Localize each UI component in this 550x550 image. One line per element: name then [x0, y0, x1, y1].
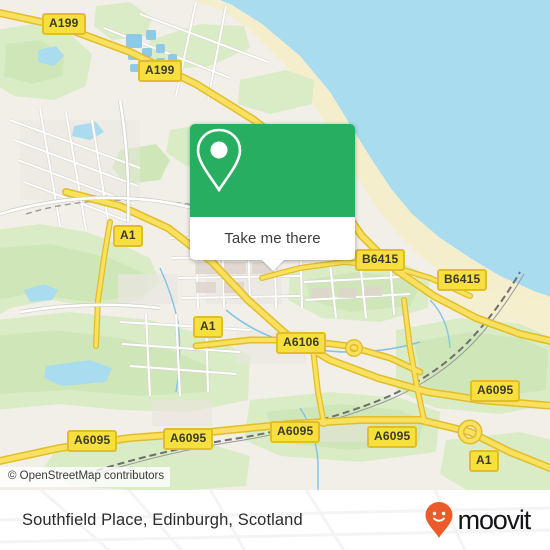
popup-footer[interactable]: Take me there [190, 217, 355, 271]
road-shield: B6415 [355, 249, 406, 271]
map-pin-icon [196, 128, 242, 193]
road-shield: A199 [42, 13, 86, 35]
road-shield: A6095 [367, 426, 418, 448]
road-shield: A6095 [67, 430, 118, 452]
location-address: Southfield Place, Edinburgh, Scotland [22, 510, 303, 529]
road-shield: A199 [138, 60, 182, 82]
map-canvas[interactable]: A199 A199 A1 A1 B6415 B6415 A6106 A6095 A6095 A60… [0, 0, 550, 490]
map-screenshot: A199 A199 A1 A1 B6415 B6415 A6106 A6095 A6095 A60… [0, 0, 550, 550]
road-shield: A1 [469, 450, 499, 472]
take-me-there-popup[interactable]: Take me there [190, 124, 355, 271]
road-shield: A6095 [470, 380, 521, 402]
road-shield: A1 [193, 316, 223, 338]
moovit-wordmark: moovit [457, 504, 532, 535]
moovit-smile-pin-icon [425, 502, 453, 538]
popup-tail [261, 260, 284, 271]
footer-bar: Southfield Place, Edinburgh, Scotland mo… [0, 490, 550, 550]
take-me-there-label: Take me there [224, 230, 321, 247]
road-shield: A1 [113, 225, 143, 247]
osm-attribution[interactable]: © OpenStreetMap contributors [0, 467, 171, 487]
road-shield: A6106 [276, 332, 327, 354]
road-shield: A6095 [270, 421, 321, 443]
road-shield: A6095 [163, 428, 214, 450]
moovit-logo[interactable]: moovit [424, 501, 532, 539]
popup-header [190, 124, 355, 217]
road-shield: B6415 [437, 269, 488, 291]
